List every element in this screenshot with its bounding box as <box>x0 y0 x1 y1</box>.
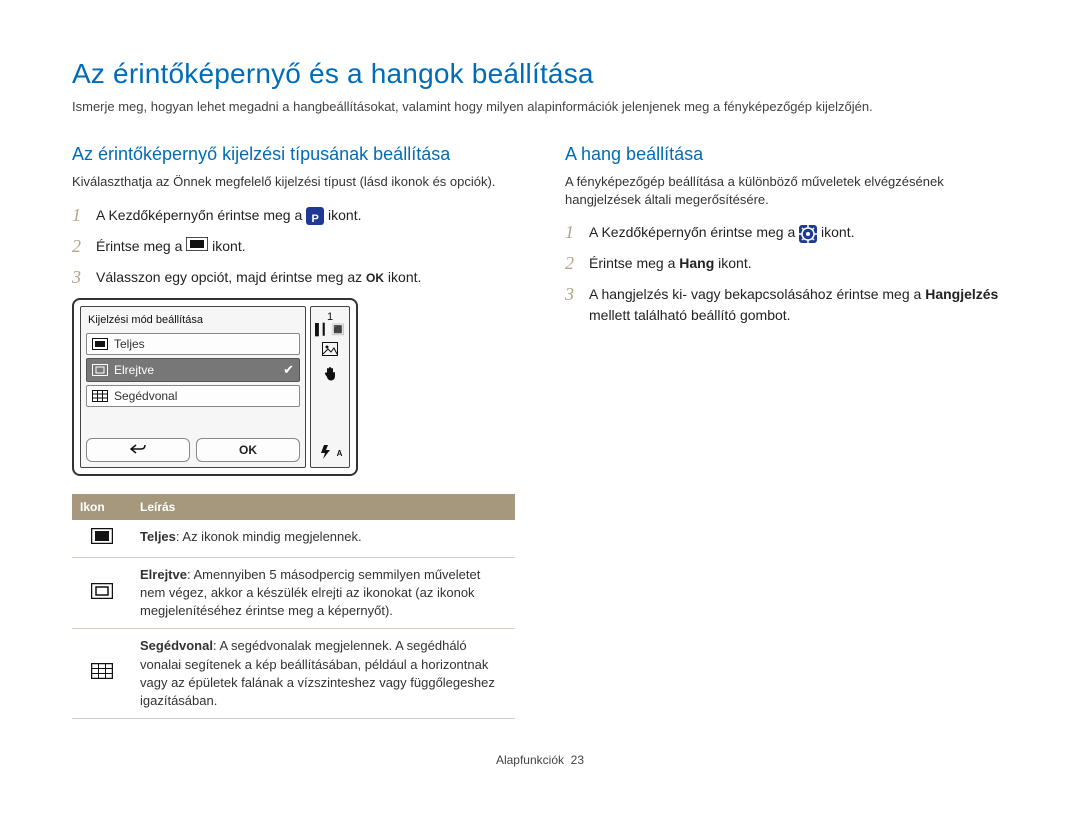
left-step-2: 2 Érintse meg a ikont. <box>72 236 515 257</box>
table-row: Segédvonal: A segédvonalak megjelennek. … <box>72 629 515 719</box>
step-text: ikont. <box>328 207 361 223</box>
step-term: Hangjelzés <box>925 286 998 302</box>
page-footer: Alapfunkciók 23 <box>72 753 1008 767</box>
right-step-3: 3 A hangjelzés ki- vagy bekapcsolásához … <box>565 284 1008 326</box>
hidden-display-icon <box>91 587 113 602</box>
row-desc: : Az ikonok mindig megjelennek. <box>176 529 362 544</box>
page-title: Az érintőképernyő és a hangok beállítása <box>72 58 1008 90</box>
right-column: A hang beállítása A fényképezőgép beállí… <box>565 144 1008 719</box>
full-display-icon <box>91 532 113 547</box>
lcd-option-elrejtve[interactable]: Elrejtve ✔ <box>86 358 300 382</box>
display-mode-icon <box>186 236 208 257</box>
step-number: 3 <box>72 267 86 288</box>
step-number: 1 <box>72 205 86 226</box>
left-heading: Az érintőképernyő kijelzési típusának be… <box>72 144 515 165</box>
lcd-option-label: Teljes <box>114 337 145 351</box>
step-number: 3 <box>565 284 579 305</box>
full-display-icon <box>92 337 108 351</box>
step-number: 1 <box>565 222 579 243</box>
ok-label: OK <box>366 271 384 285</box>
step-text: A Kezdőképernyőn érintse meg a <box>589 224 799 240</box>
lcd-mock: Kijelzési mód beállítása Teljes Elrejtv <box>72 298 515 476</box>
mode-p-icon <box>306 207 324 225</box>
right-heading: A hang beállítása <box>565 144 1008 165</box>
right-step-1: 1 A Kezdőképernyőn érintse meg a ikont. <box>565 222 1008 243</box>
step-text: Válasszon egy opciót, majd érintse meg a… <box>96 269 366 285</box>
step-number: 2 <box>72 236 86 257</box>
step-text: mellett található beállító gombot. <box>589 307 791 323</box>
right-subdesc: A fényképezőgép beállítása a különböző m… <box>565 173 1008 208</box>
step-text: Érintse meg a <box>589 255 679 271</box>
lcd-ok-button[interactable]: OK <box>196 438 300 462</box>
step-text: ikont. <box>212 238 245 254</box>
gridlines-icon <box>92 389 108 403</box>
table-header-icon: Ikon <box>72 494 132 520</box>
step-text: ikont. <box>718 255 751 271</box>
hidden-display-icon <box>92 363 108 377</box>
status-count: 1 ▌▎🔳 <box>313 311 347 336</box>
row-term: Teljes <box>140 529 176 544</box>
table-header-desc: Leírás <box>132 494 515 520</box>
step-text: ikont. <box>821 224 854 240</box>
step-text: A hangjelzés ki- vagy bekapcsolásához ér… <box>589 286 925 302</box>
right-step-2: 2 Érintse meg a Hang ikont. <box>565 253 1008 274</box>
step-text: Érintse meg a <box>96 238 186 254</box>
lcd-option-teljes[interactable]: Teljes <box>86 333 300 355</box>
hand-icon <box>322 365 338 384</box>
footer-section: Alapfunkciók <box>496 753 564 767</box>
row-desc: : Amennyiben 5 másodpercig semmilyen műv… <box>140 567 480 618</box>
lcd-option-label: Segédvonal <box>114 389 177 403</box>
step-text: ikont. <box>388 269 421 285</box>
intro-text: Ismerje meg, hogyan lehet megadni a hang… <box>72 98 1008 116</box>
flash-auto-icon: A <box>318 444 343 463</box>
settings-gear-icon <box>799 225 817 243</box>
left-subdesc: Kiválaszthatja az Önnek megfelelő kijelz… <box>72 173 515 191</box>
icon-table: Ikon Leírás Teljes: Az ikonok mindig meg… <box>72 494 515 720</box>
table-row: Elrejtve: Amennyiben 5 másodpercig semmi… <box>72 557 515 629</box>
gridlines-icon <box>91 667 113 682</box>
lcd-option-segedvonal[interactable]: Segédvonal <box>86 385 300 407</box>
lcd-title: Kijelzési mód beállítása <box>86 312 300 330</box>
step-text: A Kezdőképernyőn érintse meg a <box>96 207 306 223</box>
lcd-back-button[interactable] <box>86 438 190 462</box>
table-row: Teljes: Az ikonok mindig megjelennek. <box>72 520 515 558</box>
picture-icon <box>322 342 338 359</box>
step-number: 2 <box>565 253 579 274</box>
footer-page: 23 <box>571 753 584 767</box>
left-column: Az érintőképernyő kijelzési típusának be… <box>72 144 515 719</box>
left-step-1: 1 A Kezdőképernyőn érintse meg a ikont. <box>72 205 515 226</box>
step-term: Hang <box>679 255 714 271</box>
left-step-3: 3 Válasszon egy opciót, majd érintse meg… <box>72 267 515 288</box>
check-icon: ✔ <box>283 362 294 378</box>
row-term: Elrejtve <box>140 567 187 582</box>
lcd-option-label: Elrejtve <box>114 363 154 377</box>
row-term: Segédvonal <box>140 638 213 653</box>
